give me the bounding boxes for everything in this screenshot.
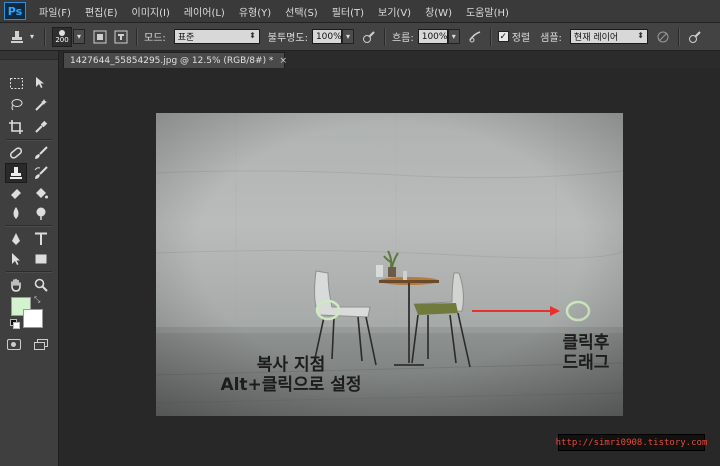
brush-size-value: 200	[55, 35, 69, 44]
eyedropper-icon[interactable]	[30, 117, 52, 137]
target-annotation: 클릭후 드래그	[546, 333, 623, 373]
menu-layer[interactable]: 레이어(L)	[177, 4, 232, 19]
dodge-icon[interactable]	[30, 203, 52, 223]
opacity-input[interactable]: 100%	[311, 29, 342, 44]
chevron-updown-icon: ⬍	[637, 31, 644, 40]
aligned-checkbox[interactable]: ✓	[497, 31, 509, 42]
pressure-size-icon[interactable]	[686, 28, 704, 46]
panel-grip[interactable]	[0, 51, 58, 60]
marquee-icon[interactable]	[5, 73, 27, 93]
flow-label: 흐름:	[391, 33, 414, 44]
swap-colors-icon[interactable]: ⤡	[34, 295, 40, 305]
menu-select[interactable]: 선택(S)	[278, 4, 325, 19]
tool-divider	[6, 139, 52, 141]
source-annotation-line1: 복사 지점	[256, 355, 326, 375]
pressure-opacity-icon[interactable]	[360, 28, 378, 46]
default-colors-icon[interactable]	[10, 319, 20, 329]
separator	[489, 27, 492, 46]
source-annotation-line2: Alt+클릭으로 설정	[220, 375, 362, 395]
target-annotation-line1: 클릭후	[562, 333, 610, 353]
crop-icon[interactable]	[5, 117, 27, 137]
canvas-photo[interactable]: 복사 지점 Alt+클릭으로 설정 클릭후 드래그	[156, 113, 623, 416]
brush-preview[interactable]: 200	[52, 26, 72, 47]
document-tab-strip: 1427644_55854295.jpg @ 12.5% (RGB/8#) * …	[59, 51, 720, 68]
target-annotation-line2: 드래그	[562, 353, 610, 373]
lasso-icon[interactable]	[5, 95, 27, 115]
eraser-icon[interactable]	[5, 183, 27, 203]
ignore-adjustment-layers-icon[interactable]	[654, 28, 672, 46]
mode-value: 표준	[177, 33, 195, 43]
flow-dropdown-arrow[interactable]: ▾	[447, 29, 460, 44]
menu-help[interactable]: 도움말(H)	[459, 4, 516, 19]
menu-window[interactable]: 창(W)	[418, 4, 459, 19]
chevron-updown-icon: ⬍	[249, 31, 256, 40]
move-icon[interactable]	[30, 73, 52, 93]
mode-label: 모드:	[144, 33, 166, 44]
preset-dropdown-arrow[interactable]: ▾	[26, 29, 38, 44]
aligned-label: 정렬	[511, 33, 531, 44]
flow-input[interactable]: 100%	[417, 29, 448, 44]
photoshop-logo: Ps	[4, 2, 26, 20]
separator	[44, 27, 46, 46]
spot-healing-icon[interactable]	[5, 143, 27, 163]
brush-dropdown-arrow[interactable]: ▾	[73, 29, 85, 44]
menu-filter[interactable]: 필터(T)	[325, 4, 371, 19]
menu-file[interactable]: 파일(F)	[32, 4, 78, 19]
opacity-dropdown-arrow[interactable]: ▾	[341, 29, 354, 44]
path-selection-icon[interactable]	[5, 249, 27, 269]
menu-view[interactable]: 보기(V)	[371, 4, 418, 19]
brush-panel-icon[interactable]	[91, 28, 109, 46]
background-color-swatch[interactable]	[23, 309, 43, 328]
tool-divider	[6, 225, 52, 227]
rectangle-icon[interactable]	[30, 249, 52, 269]
quick-mask-icon[interactable]	[7, 339, 21, 350]
sample-label: 샘플:	[540, 33, 562, 44]
airbrush-icon[interactable]	[466, 28, 484, 46]
menu-bar: Ps 파일(F) 편집(E) 이미지(I) 레이어(L) 유형(Y) 선택(S)…	[0, 0, 720, 23]
document-tab-title: 1427644_55854295.jpg @ 12.5% (RGB/8#) *	[70, 55, 274, 66]
type-icon[interactable]	[30, 229, 52, 249]
close-icon[interactable]: ×	[279, 56, 287, 66]
clone-stamp-icon[interactable]	[5, 163, 27, 183]
separator	[383, 27, 386, 46]
separator	[677, 27, 680, 46]
source-annotation: 복사 지점 Alt+클릭으로 설정	[206, 355, 376, 395]
blur-icon[interactable]	[5, 203, 27, 223]
mode-dropdown[interactable]: 표준 ⬍	[173, 29, 260, 44]
opacity-label: 불투명도:	[267, 33, 308, 44]
clone-source-panel-icon[interactable]	[112, 28, 130, 46]
screen-mode-icon[interactable]	[34, 339, 48, 350]
watermark-url: http://simri0908.tistory.com	[556, 434, 707, 451]
tools-panel: ⤡	[0, 51, 59, 466]
menu-type[interactable]: 유형(Y)	[232, 4, 278, 19]
separator	[136, 27, 138, 46]
menu-edit[interactable]: 편집(E)	[78, 4, 125, 19]
sample-value: 현재 레이어	[573, 33, 619, 43]
clone-stamp-preset-icon[interactable]	[8, 28, 26, 46]
hand-icon[interactable]	[5, 275, 27, 295]
zoom-icon[interactable]	[30, 275, 52, 295]
tool-divider	[6, 271, 52, 273]
history-brush-icon[interactable]	[30, 163, 52, 183]
pen-icon[interactable]	[5, 229, 27, 249]
document-tab[interactable]: 1427644_55854295.jpg @ 12.5% (RGB/8#) * …	[63, 52, 287, 68]
brush-icon[interactable]	[30, 143, 52, 163]
paint-bucket-icon[interactable]	[30, 183, 52, 203]
magic-wand-icon[interactable]	[30, 95, 52, 115]
options-bar: ▾ 200 ▾ 모드: 표준 ⬍ 불투명도: 100% ▾ 흐름: 100% ▾…	[0, 23, 720, 51]
menu-image[interactable]: 이미지(I)	[125, 4, 177, 19]
sample-dropdown[interactable]: 현재 레이어 ⬍	[569, 29, 648, 44]
